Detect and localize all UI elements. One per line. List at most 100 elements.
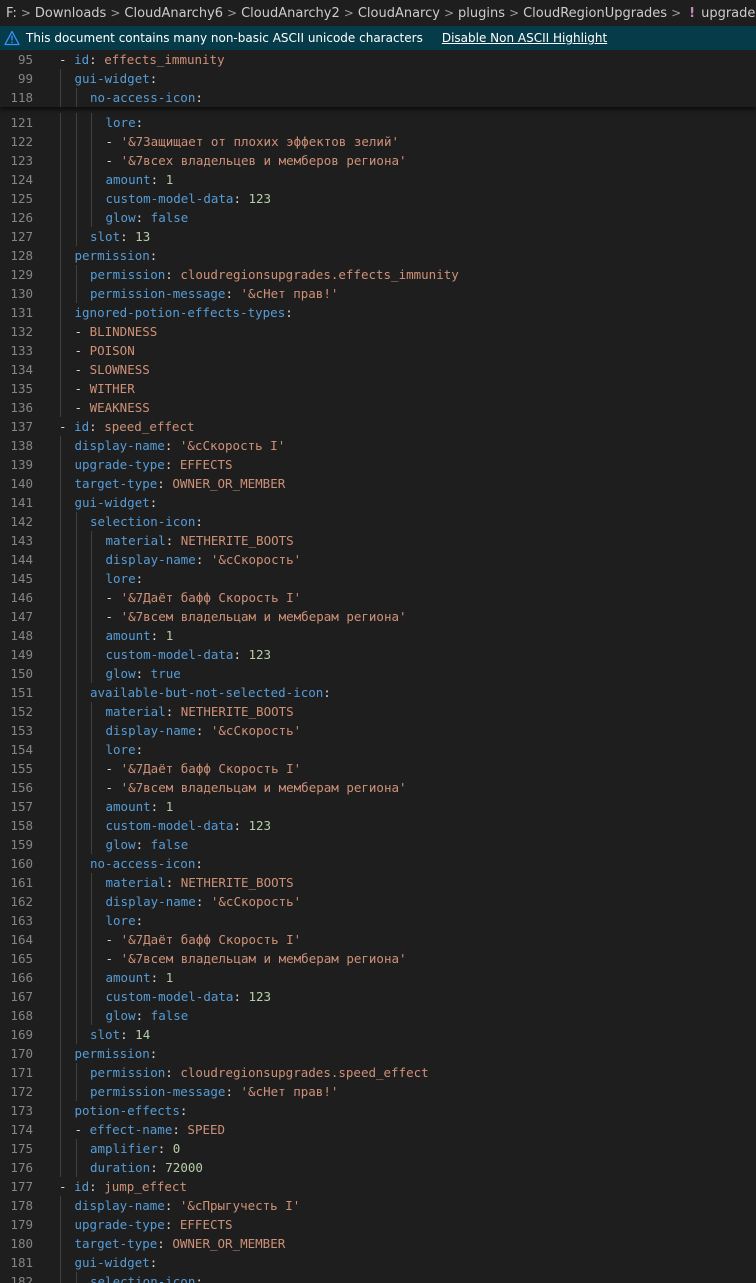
- code-line[interactable]: 149 custom-model-data: 123: [0, 645, 756, 664]
- code-line[interactable]: 151 available-but-not-selected-icon:: [0, 683, 756, 702]
- breadcrumb-item[interactable]: CloudRegionUpgrades: [523, 6, 667, 21]
- code-line[interactable]: 127 slot: 13: [0, 227, 756, 246]
- breadcrumb-item[interactable]: CloudAnarchy2: [241, 6, 340, 21]
- code-token: '&7всем владельцам и мемберам региона': [120, 609, 407, 624]
- code-text: gui-widget:: [75, 1253, 158, 1272]
- code-line[interactable]: 174 - effect-name: SPEED: [0, 1120, 756, 1139]
- breadcrumb-file[interactable]: upgrades.yml: [701, 6, 756, 21]
- code-line[interactable]: 139 upgrade-type: EFFECTS: [0, 455, 756, 474]
- indent-guide: [60, 69, 61, 88]
- code-line[interactable]: 154 lore:: [0, 740, 756, 759]
- code-line[interactable]: 122 - '&7Защищает от плохих эффектов зели…: [0, 132, 756, 151]
- code-line[interactable]: 179 upgrade-type: EFFECTS: [0, 1215, 756, 1234]
- code-token: target-type: [74, 1236, 158, 1251]
- code-line[interactable]: 128 permission:: [0, 246, 756, 265]
- code-line[interactable]: 125 custom-model-data: 123: [0, 189, 756, 208]
- code-editor[interactable]: 121 lore: 122 - '&7Защищает от плохих эффек…: [0, 103, 756, 1283]
- code-line[interactable]: 140 target-type: OWNER_OR_MEMBER: [0, 474, 756, 493]
- breadcrumb-item[interactable]: CloudAnarchy6: [124, 6, 223, 21]
- code-line[interactable]: 173 potion-effects:: [0, 1101, 756, 1120]
- code-token: id: [74, 52, 90, 67]
- code-line[interactable]: 168 glow: false: [0, 1006, 756, 1025]
- code-line[interactable]: 177 - id: jump_effect: [0, 1177, 756, 1196]
- code-token: :: [150, 799, 166, 814]
- code-line[interactable]: 159 glow: false: [0, 835, 756, 854]
- code-line[interactable]: 172 permission-message: '&сНет прав!': [0, 1082, 756, 1101]
- code-line[interactable]: 180 target-type: OWNER_OR_MEMBER: [0, 1234, 756, 1253]
- code-line[interactable]: 152 material: NETHERITE_BOOTS: [0, 702, 756, 721]
- code-line[interactable]: 141 gui-widget:: [0, 493, 756, 512]
- disable-non-ascii-highlight-link[interactable]: Disable Non ASCII Highlight: [442, 31, 607, 45]
- code-line[interactable]: 169 slot: 14: [0, 1025, 756, 1044]
- code-line[interactable]: 148 amount: 1: [0, 626, 756, 645]
- code-line[interactable]: 181 gui-widget:: [0, 1253, 756, 1272]
- line-number: 167: [10, 989, 33, 1004]
- code-token: jump_effect: [104, 1179, 187, 1194]
- code-line[interactable]: 170 permission:: [0, 1044, 756, 1063]
- code-line[interactable]: 133 - POISON: [0, 341, 756, 360]
- code-line[interactable]: 166 amount: 1: [0, 968, 756, 987]
- code-line[interactable]: 164 - '&7Даёт бафф Скорость I': [0, 930, 756, 949]
- code-text: permission:: [75, 1044, 158, 1063]
- code-line[interactable]: 171 permission: cloudregionsupgrades.spee…: [0, 1063, 756, 1082]
- code-line[interactable]: 153 display-name: '&cСкорость': [0, 721, 756, 740]
- code-line[interactable]: 126 glow: false: [0, 208, 756, 227]
- code-line[interactable]: 142 selection-icon:: [0, 512, 756, 531]
- code-line[interactable]: 138 display-name: '&cСкорость I': [0, 436, 756, 455]
- breadcrumb-item[interactable]: Downloads: [35, 6, 106, 21]
- indent-guide: [75, 189, 77, 208]
- code-text: glow: false: [106, 1006, 189, 1025]
- code-token: :: [150, 628, 166, 643]
- code-line[interactable]: 160 no-access-icon:: [0, 854, 756, 873]
- code-line[interactable]: 99 gui-widget:: [0, 69, 756, 88]
- code-line[interactable]: 150 glow: true: [0, 664, 756, 683]
- code-token: cloudregionsupgrades.speed_effect: [180, 1065, 429, 1080]
- indent-guide: [91, 778, 92, 797]
- breadcrumb-item[interactable]: CloudAnarcy: [358, 6, 440, 21]
- indent-guide: [60, 360, 61, 379]
- code-line[interactable]: 136 - WEAKNESS: [0, 398, 756, 417]
- code-line[interactable]: 156 - '&7всем владельцам и мемберам регио…: [0, 778, 756, 797]
- indent-guide: [75, 664, 77, 683]
- code-line[interactable]: 132 - BLINDNESS: [0, 322, 756, 341]
- code-token: :: [135, 837, 151, 852]
- code-line[interactable]: 134 - SLOWNESS: [0, 360, 756, 379]
- code-line[interactable]: 144 display-name: '&cСкорость': [0, 550, 756, 569]
- breadcrumb-item[interactable]: F:: [6, 6, 17, 21]
- code-line[interactable]: 167 custom-model-data: 123: [0, 987, 756, 1006]
- code-line[interactable]: 146 - '&7Даёт бафф Скорость I': [0, 588, 756, 607]
- code-line[interactable]: 155 - '&7Даёт бафф Скорость I': [0, 759, 756, 778]
- code-line[interactable]: 121 lore:: [0, 113, 756, 132]
- code-token: :: [195, 514, 203, 529]
- line-number: 150: [10, 666, 33, 681]
- code-token: gui-widget: [74, 1255, 150, 1270]
- code-line[interactable]: 137 - id: speed_effect: [0, 417, 756, 436]
- code-line[interactable]: 147 - '&7всем владельцам и мемберам регио…: [0, 607, 756, 626]
- code-text: upgrade-type: EFFECTS: [75, 455, 233, 474]
- code-line[interactable]: 123 - '&7всех владельцев и мемберов регио…: [0, 151, 756, 170]
- code-line[interactable]: 163 lore:: [0, 911, 756, 930]
- indent-guide: [75, 113, 77, 132]
- code-line[interactable]: 130 permission-message: '&сНет прав!': [0, 284, 756, 303]
- code-line[interactable]: 129 permission: cloudregionsupgrades.effe…: [0, 265, 756, 284]
- code-line[interactable]: 118 no-access-icon:: [0, 88, 756, 107]
- code-line[interactable]: 165 - '&7всем владельцам и мемберам регио…: [0, 949, 756, 968]
- breadcrumb-item[interactable]: plugins: [458, 6, 505, 21]
- sticky-scroll-header[interactable]: 95- id: effects_immunity 99 gui-widget: 118…: [0, 50, 756, 107]
- line-number: 123: [10, 153, 33, 168]
- code-line[interactable]: 157 amount: 1: [0, 797, 756, 816]
- code-line[interactable]: 145 lore:: [0, 569, 756, 588]
- code-line[interactable]: 178 display-name: '&cПрыгучесть I': [0, 1196, 756, 1215]
- code-line[interactable]: 124 amount: 1: [0, 170, 756, 189]
- indent-guide: [75, 227, 77, 246]
- code-line[interactable]: 175 amplifier: 0: [0, 1139, 756, 1158]
- code-line[interactable]: 158 custom-model-data: 123: [0, 816, 756, 835]
- code-line[interactable]: 135 - WITHER: [0, 379, 756, 398]
- code-line[interactable]: 161 material: NETHERITE_BOOTS: [0, 873, 756, 892]
- code-line[interactable]: 162 display-name: '&cСкорость': [0, 892, 756, 911]
- code-line[interactable]: 95 - id: effects_immunity: [0, 50, 756, 69]
- code-line[interactable]: 131 ignored-potion-effects-types:: [0, 303, 756, 322]
- code-line[interactable]: 176 duration: 72000: [0, 1158, 756, 1177]
- code-line[interactable]: 182 selection-icon:: [0, 1272, 756, 1283]
- code-line[interactable]: 143 material: NETHERITE_BOOTS: [0, 531, 756, 550]
